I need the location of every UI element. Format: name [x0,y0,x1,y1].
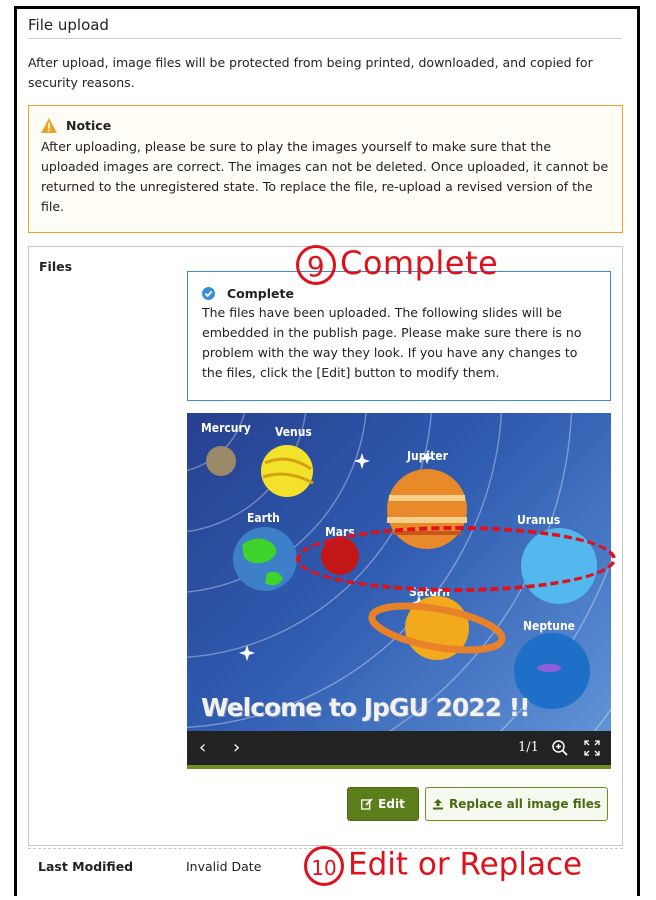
check-circle-icon [202,287,215,300]
notice-title: Notice [66,118,112,133]
annotation-step-9: 9 Complete [296,244,498,285]
planet-label: Neptune [523,619,575,633]
slide-viewer-toolbar: ‹ › 1/1 [187,731,611,765]
planet-label: Jupiter [407,449,448,463]
last-modified-value: Invalid Date [186,859,262,874]
edit-button-label: Edit [378,797,405,811]
complete-header: Complete [202,286,600,301]
notice-body: After uploading, please be sure to play … [41,139,609,214]
zoom-in-icon[interactable] [551,739,569,757]
annotation-highlight-oval [296,526,616,592]
intro-text: After upload, image files will be protec… [28,55,593,90]
section-title: File upload [28,16,109,34]
upload-icon [432,798,444,810]
replace-button-label: Replace all image files [448,797,602,811]
edit-button[interactable]: Edit [347,787,419,821]
prev-slide-icon[interactable]: ‹ [199,737,206,758]
title-divider [28,38,622,39]
annotation-step-10: 10 Edit or Replace [304,846,582,886]
planet-label: Uranus [517,513,561,527]
complete-body: The files have been uploaded. The follow… [202,305,582,380]
step-9-number: 9 [296,245,336,285]
next-slide-icon[interactable]: › [233,737,240,758]
step-10-text: Edit or Replace [348,846,583,883]
planet-label: Mercury [201,421,251,435]
replace-all-button[interactable]: Replace all image files [425,787,608,821]
slide-progress-bar [187,765,611,769]
notice-box: Notice After uploading, please be sure t… [28,105,623,233]
step-10-number: 10 [304,846,344,886]
slide-caption: Welcome to JpGU 2022 !! [201,693,531,722]
complete-title: Complete [227,286,294,301]
planet-label: Earth [247,511,280,525]
planet-label: Venus [275,425,312,439]
complete-message-box: Complete The files have been uploaded. T… [187,271,611,401]
last-modified-label: Last Modified [38,859,134,874]
files-label: Files [39,259,73,274]
page-counter: 1/1 [518,740,539,755]
notice-header: Notice [41,118,612,133]
step-9-text: Complete [340,244,499,282]
fullscreen-icon[interactable] [583,739,601,757]
edit-icon [361,798,373,810]
warning-icon [41,118,57,133]
